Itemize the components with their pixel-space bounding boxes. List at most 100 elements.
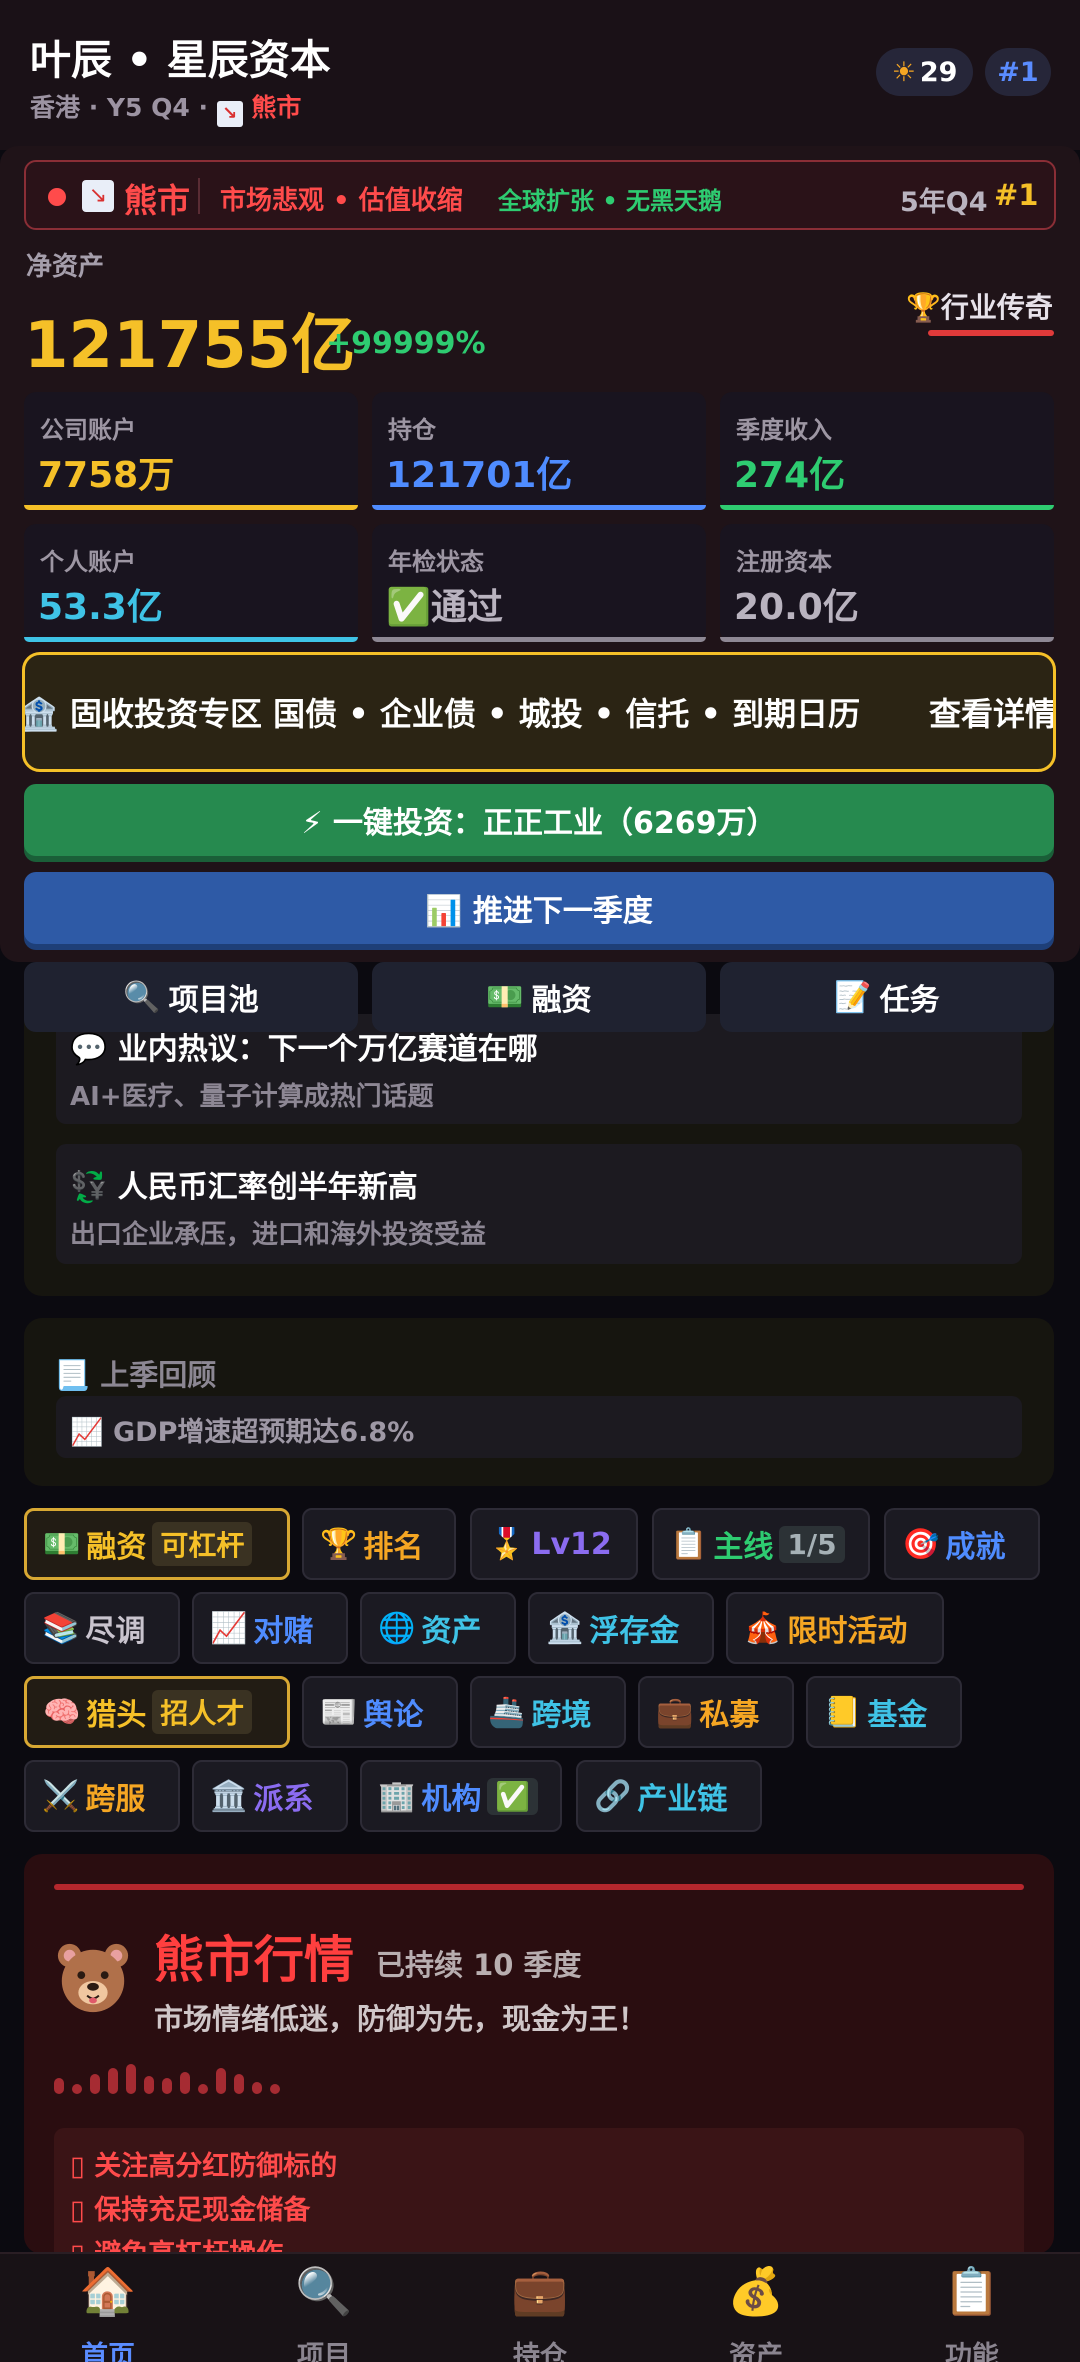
chip-float[interactable]: 🏦 浮存金: [528, 1592, 714, 1664]
stat-accent-line: [372, 505, 706, 510]
chip-achievements[interactable]: 🎯 成就: [884, 1508, 1040, 1580]
panel-accent-line: [54, 1884, 1024, 1890]
chip-limited-event[interactable]: 🎪 限时活动: [726, 1592, 944, 1664]
chip-label: 舆论: [363, 1698, 424, 1733]
stat-quarterly-income[interactable]: 季度收入 274亿: [720, 392, 1054, 510]
title-progress-bar: [928, 330, 1054, 336]
chip-vam[interactable]: 📈 对赌: [192, 1592, 348, 1664]
review-item-text: 📈 GDP增速超预期达6.8%: [70, 1417, 415, 1448]
news-item[interactable]: 💱 人民币汇率创半年新高 出口企业承压，进口和海外投资受益: [56, 1144, 1022, 1264]
classical-building-icon: 🏛️: [210, 1778, 248, 1814]
check-icon: ✅: [487, 1777, 539, 1815]
fixed-income-banner[interactable]: 🏦 固收投资专区 国债 • 企业债 • 城投 • 信托 • 到期日历 查看详情: [22, 652, 1056, 772]
advance-quarter-button[interactable]: 📊 推进下一季度: [24, 872, 1054, 944]
chip-headhunter[interactable]: 🧠 猎头 招人才: [24, 1676, 290, 1748]
chip-ranking[interactable]: 🏆 排名: [302, 1508, 456, 1580]
news-description: 出口企业承压，进口和海外投资受益: [70, 1220, 487, 1250]
bear-market-panel: 熊市行情 已持续 10 季度 市场情绪低迷，防御为先，现金为王！ ▯ 关注高分红…: [24, 1854, 1054, 2288]
nav-features[interactable]: 📋 功能: [864, 2254, 1080, 2362]
nav-home[interactable]: 🏠 首页: [0, 2254, 216, 2362]
chip-financing[interactable]: 💵 融资 可杠杆: [24, 1508, 290, 1580]
nav-label: 资产: [729, 2341, 783, 2362]
stat-label: 个人账户: [40, 548, 136, 576]
tab-label: 任务: [879, 983, 940, 1018]
tab-project-pool[interactable]: 🔍 项目池: [24, 962, 358, 1032]
chip-label: 尽调: [85, 1614, 146, 1649]
chip-main-quest[interactable]: 📋 主线 1/5: [652, 1508, 870, 1580]
chip-label: 产业链: [637, 1782, 728, 1817]
money-icon: 💵: [486, 979, 524, 1015]
chip-factions[interactable]: 🏛️ 派系: [192, 1760, 348, 1832]
stat-value: 53.3亿: [38, 587, 163, 628]
market-sentiment: 市场悲观 • 估值收缩: [220, 186, 463, 216]
stat-company-account[interactable]: 公司账户 7758万: [24, 392, 358, 510]
market-status-bar[interactable]: ↘ 熊市 市场悲观 • 估值收缩 全球扩张 • 无黑天鹅 5年Q4 #1: [24, 160, 1056, 230]
stat-value: 274亿: [734, 455, 846, 496]
stat-accent-line: [24, 637, 358, 642]
fixed-income-marquee: 🏦 固收投资专区 国债 • 企业债 • 城投 • 信托 • 到期日历: [22, 695, 861, 733]
bank-icon: 🏦: [546, 1610, 584, 1646]
stat-accent-line: [24, 505, 358, 510]
chip-private-equity[interactable]: 💼 私募: [638, 1676, 794, 1748]
player-title[interactable]: 🏆行业传奇: [906, 286, 1053, 326]
tip-item: ▯ 保持充足现金储备: [70, 2195, 311, 2226]
chip-industry-chain[interactable]: 🔗 产业链: [576, 1760, 762, 1832]
chip-level[interactable]: 🎖️ Lv12: [470, 1508, 638, 1580]
chip-cross-border[interactable]: 🚢 跨境: [470, 1676, 626, 1748]
nav-label: 功能: [945, 2341, 999, 2362]
stat-accent-line: [720, 505, 1054, 510]
clipboard-icon: 📋: [943, 2264, 1001, 2318]
nav-label: 持仓: [513, 2341, 567, 2362]
top-header: 叶辰 • 星辰资本 香港 · Y5 Q4 · ↘ 熊市 ☀ 29 #1: [0, 0, 1080, 150]
stat-value: 7758万: [38, 455, 175, 496]
market-label: 熊市: [124, 181, 190, 220]
stat-registered-capital[interactable]: 注册资本 20.0亿: [720, 524, 1054, 642]
quarter-label: 5年Q4: [900, 187, 988, 218]
chip-label: 基金: [867, 1698, 928, 1733]
nav-projects[interactable]: 🔍 项目: [216, 2254, 432, 2362]
stat-value: 20.0亿: [734, 587, 859, 628]
target-icon: 🎯: [902, 1526, 940, 1562]
chip-fund[interactable]: 📒 基金: [806, 1676, 962, 1748]
one-click-invest-button[interactable]: ⚡ 一键投资：正正工业（6269万）: [24, 784, 1054, 856]
sun-count: 29: [919, 56, 958, 88]
chip-label: Lv12: [531, 1526, 612, 1562]
market-alert-dot: [48, 188, 66, 206]
chip-tag: 1/5: [779, 1525, 845, 1563]
circus-tent-icon: 🎪: [744, 1610, 782, 1646]
tab-financing[interactable]: 💵 融资: [372, 962, 706, 1032]
tab-tasks[interactable]: 📝 任务: [720, 962, 1054, 1032]
chip-due-diligence[interactable]: 📚 尽调: [24, 1592, 180, 1664]
review-title: 📃 上季回顾: [54, 1358, 217, 1392]
stat-personal-account[interactable]: 个人账户 53.3亿: [24, 524, 358, 642]
newspaper-icon: 📰: [320, 1694, 358, 1730]
notebook-icon: 📒: [824, 1694, 862, 1730]
stat-holdings[interactable]: 持仓 121701亿: [372, 392, 706, 510]
chip-cross-server[interactable]: ⚔️ 跨服: [24, 1760, 180, 1832]
rank-badge[interactable]: #1: [985, 48, 1051, 96]
sun-counter-badge[interactable]: ☀ 29: [876, 48, 973, 96]
location-season-line: 香港 · Y5 Q4 · ↘ 熊市: [30, 88, 301, 127]
nav-holdings[interactable]: 💼 持仓: [432, 2254, 648, 2362]
stat-annual-inspection[interactable]: 年检状态 ✅通过: [372, 524, 706, 642]
chip-institutions[interactable]: 🏢 机构 ✅: [360, 1760, 562, 1832]
market-state-text: 熊市: [251, 93, 302, 122]
chip-label: 成就: [945, 1530, 1006, 1565]
chip-label: 对赌: [253, 1614, 314, 1649]
chip-label: 资产: [421, 1614, 482, 1649]
clipboard-icon: 📋: [670, 1526, 708, 1562]
memo-icon: 📝: [834, 979, 872, 1015]
stat-accent-line: [720, 637, 1054, 642]
net-worth-value: 121755亿: [24, 309, 356, 383]
fixed-income-more-link[interactable]: 查看详情: [929, 689, 1053, 735]
chip-public-opinion[interactable]: 📰 舆论: [302, 1676, 458, 1748]
tab-label: 融资: [531, 983, 592, 1018]
nav-label: 首页: [81, 2341, 135, 2362]
home-icon: 🏠: [79, 2264, 137, 2318]
office-building-icon: 🏢: [378, 1778, 416, 1814]
net-worth-label: 净资产: [26, 252, 105, 282]
nav-assets[interactable]: 💰 资产: [648, 2254, 864, 2362]
sun-icon: ☀: [891, 56, 916, 88]
chip-assets[interactable]: 🌐 资产: [360, 1592, 516, 1664]
news-title: 💱 人民币汇率创半年新高: [70, 1170, 418, 1205]
